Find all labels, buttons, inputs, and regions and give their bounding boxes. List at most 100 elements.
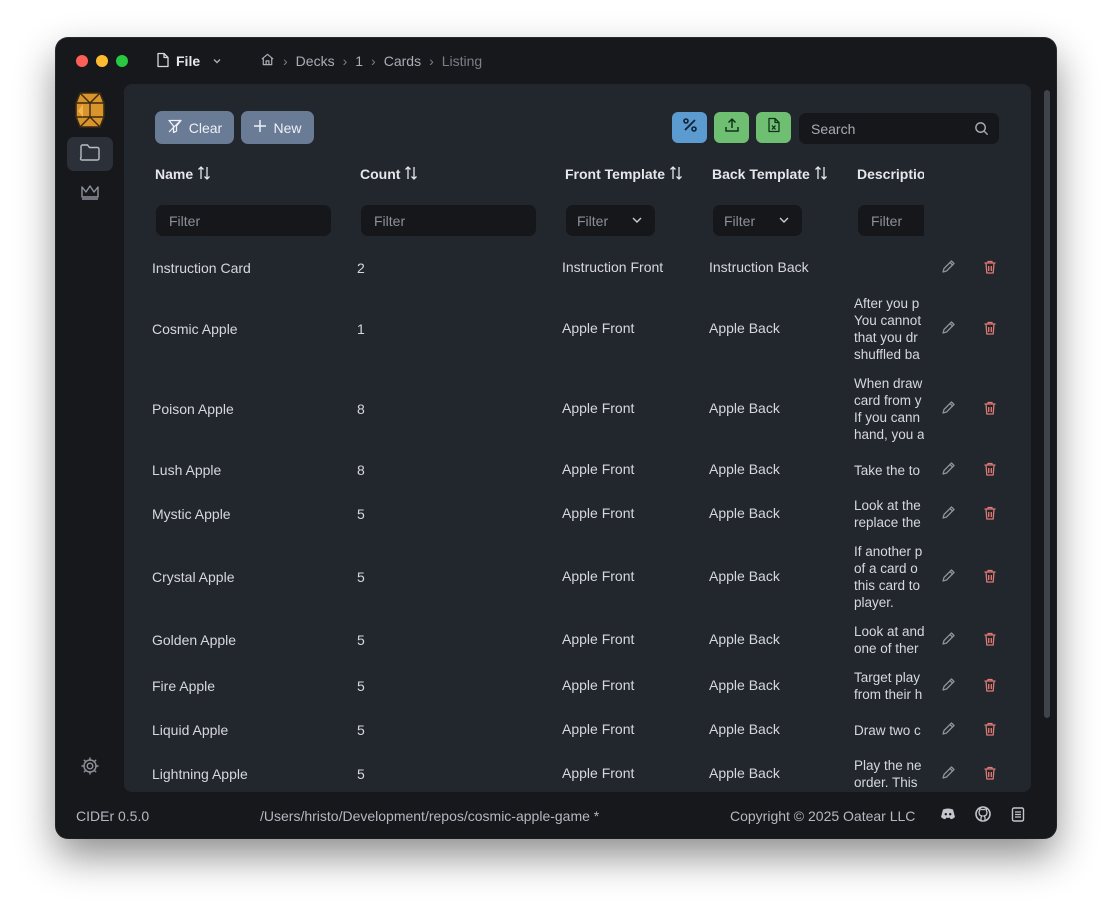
- column-header-front-template[interactable]: Front Template: [565, 164, 683, 184]
- discord-icon[interactable]: [940, 807, 956, 824]
- home-icon[interactable]: [260, 52, 275, 70]
- card-count-cell: 8: [357, 401, 365, 417]
- trash-icon[interactable]: [981, 630, 999, 648]
- front-template-filter-select[interactable]: Filter: [566, 205, 655, 236]
- github-icon[interactable]: [975, 806, 991, 825]
- edit-icon[interactable]: [939, 258, 957, 276]
- back-template-filter-select[interactable]: Filter: [713, 205, 802, 236]
- column-header-name[interactable]: Name: [155, 164, 211, 184]
- folder-icon: [79, 142, 101, 167]
- card-count-cell: 5: [357, 766, 365, 782]
- count-filter[interactable]: [361, 205, 536, 236]
- clear-filters-button[interactable]: Clear: [155, 111, 234, 144]
- sort-icon[interactable]: [669, 165, 683, 184]
- front-template-cell: Apple Front: [562, 631, 635, 647]
- trash-icon[interactable]: [981, 720, 999, 738]
- search-icon[interactable]: [974, 121, 989, 141]
- column-header-count[interactable]: Count: [360, 164, 418, 184]
- export-button[interactable]: [714, 112, 749, 143]
- card-name-cell: Golden Apple: [152, 632, 237, 648]
- front-template-cell: Apple Front: [562, 461, 635, 477]
- filter-clear-icon: [167, 118, 183, 137]
- card-count-cell: 8: [357, 462, 365, 478]
- front-template-cell: Apple Front: [562, 505, 635, 521]
- description-cell: Take the to: [854, 462, 921, 478]
- edit-icon[interactable]: [939, 676, 957, 694]
- card-name-cell: Lightning Apple: [152, 766, 248, 782]
- breadcrumb-deck-id[interactable]: 1: [355, 53, 363, 69]
- front-template-filter-placeholder: Filter: [577, 212, 609, 229]
- trash-icon[interactable]: [981, 764, 999, 782]
- front-template-cell: Apple Front: [562, 568, 635, 584]
- back-template-cell: Apple Back: [709, 568, 780, 584]
- chevron-right-icon: ›: [429, 53, 434, 69]
- card-count-cell: 2: [357, 260, 365, 276]
- sort-icon[interactable]: [404, 165, 418, 184]
- back-template-cell: Instruction Back: [709, 259, 809, 275]
- trash-icon[interactable]: [981, 258, 999, 276]
- breadcrumb-decks[interactable]: Decks: [296, 53, 335, 69]
- zoom-window-button[interactable]: [116, 55, 128, 67]
- search-field[interactable]: [799, 113, 999, 144]
- chevron-down-icon: [631, 213, 643, 229]
- document-icon[interactable]: [1011, 807, 1025, 825]
- count-filter-input[interactable]: [372, 211, 496, 230]
- trash-icon[interactable]: [981, 460, 999, 478]
- edit-icon[interactable]: [939, 567, 957, 585]
- trash-icon[interactable]: [981, 399, 999, 417]
- minimize-window-button[interactable]: [96, 55, 108, 67]
- edit-icon[interactable]: [939, 460, 957, 478]
- card-name-cell: Liquid Apple: [152, 722, 229, 738]
- new-label: New: [273, 119, 302, 136]
- close-window-button[interactable]: [76, 55, 88, 67]
- copyright-text: Copyright © 2025 Oatear LLC: [730, 808, 916, 824]
- percent-button[interactable]: [672, 112, 707, 143]
- description-cell: Draw two c: [854, 722, 921, 738]
- sort-icon[interactable]: [197, 165, 211, 184]
- project-path: /Users/hristo/Development/repos/cosmic-a…: [260, 808, 600, 824]
- file-menu-label: File: [176, 53, 201, 69]
- front-template-cell: Apple Front: [562, 765, 635, 781]
- name-filter-input[interactable]: [167, 211, 291, 230]
- sidebar-item-games[interactable]: [67, 177, 113, 211]
- search-input[interactable]: [809, 119, 973, 138]
- trash-icon[interactable]: [981, 319, 999, 337]
- edit-icon[interactable]: [939, 399, 957, 417]
- edit-icon[interactable]: [939, 504, 957, 522]
- card-name-cell: Instruction Card: [152, 260, 251, 276]
- edit-icon[interactable]: [939, 764, 957, 782]
- app-logo[interactable]: [74, 90, 106, 130]
- description-cell: After you p You cannot that you dr shuff…: [854, 296, 922, 362]
- trash-icon[interactable]: [981, 567, 999, 585]
- excel-export-button[interactable]: [756, 112, 791, 143]
- column-header-back-label: Back Template: [712, 166, 810, 182]
- description-column-clip: After you p You cannot that you dr shuff…: [854, 194, 924, 792]
- column-header-description[interactable]: Descriptio: [857, 164, 924, 184]
- name-filter[interactable]: [156, 205, 331, 236]
- card-count-cell: 5: [357, 678, 365, 694]
- edit-icon[interactable]: [939, 630, 957, 648]
- front-template-cell: Apple Front: [562, 677, 635, 693]
- new-card-button[interactable]: New: [241, 111, 314, 144]
- chevron-right-icon: ›: [371, 53, 376, 69]
- column-header-description-label: Descriptio: [857, 166, 924, 182]
- column-header-back-template[interactable]: Back Template: [712, 164, 828, 184]
- edit-icon[interactable]: [939, 720, 957, 738]
- card-name-cell: Fire Apple: [152, 678, 216, 694]
- sidebar-item-decks[interactable]: [67, 137, 113, 171]
- sort-icon[interactable]: [814, 165, 828, 184]
- sidebar: [56, 84, 124, 792]
- card-name-cell: Cosmic Apple: [152, 321, 238, 337]
- trash-icon[interactable]: [981, 504, 999, 522]
- description-cell: Look at and one of ther: [854, 624, 924, 656]
- description-cell: Look at the replace the: [854, 498, 921, 530]
- edit-icon[interactable]: [939, 319, 957, 337]
- statusbar: CIDEr 0.5.0 /Users/hristo/Development/re…: [56, 792, 1056, 838]
- breadcrumb-cards[interactable]: Cards: [384, 53, 421, 69]
- trash-icon[interactable]: [981, 676, 999, 694]
- file-menu-button[interactable]: File: [156, 51, 222, 71]
- back-template-cell: Apple Back: [709, 320, 780, 336]
- card-count-cell: 5: [357, 722, 365, 738]
- settings-button[interactable]: [67, 751, 113, 785]
- scrollbar[interactable]: [1044, 90, 1050, 718]
